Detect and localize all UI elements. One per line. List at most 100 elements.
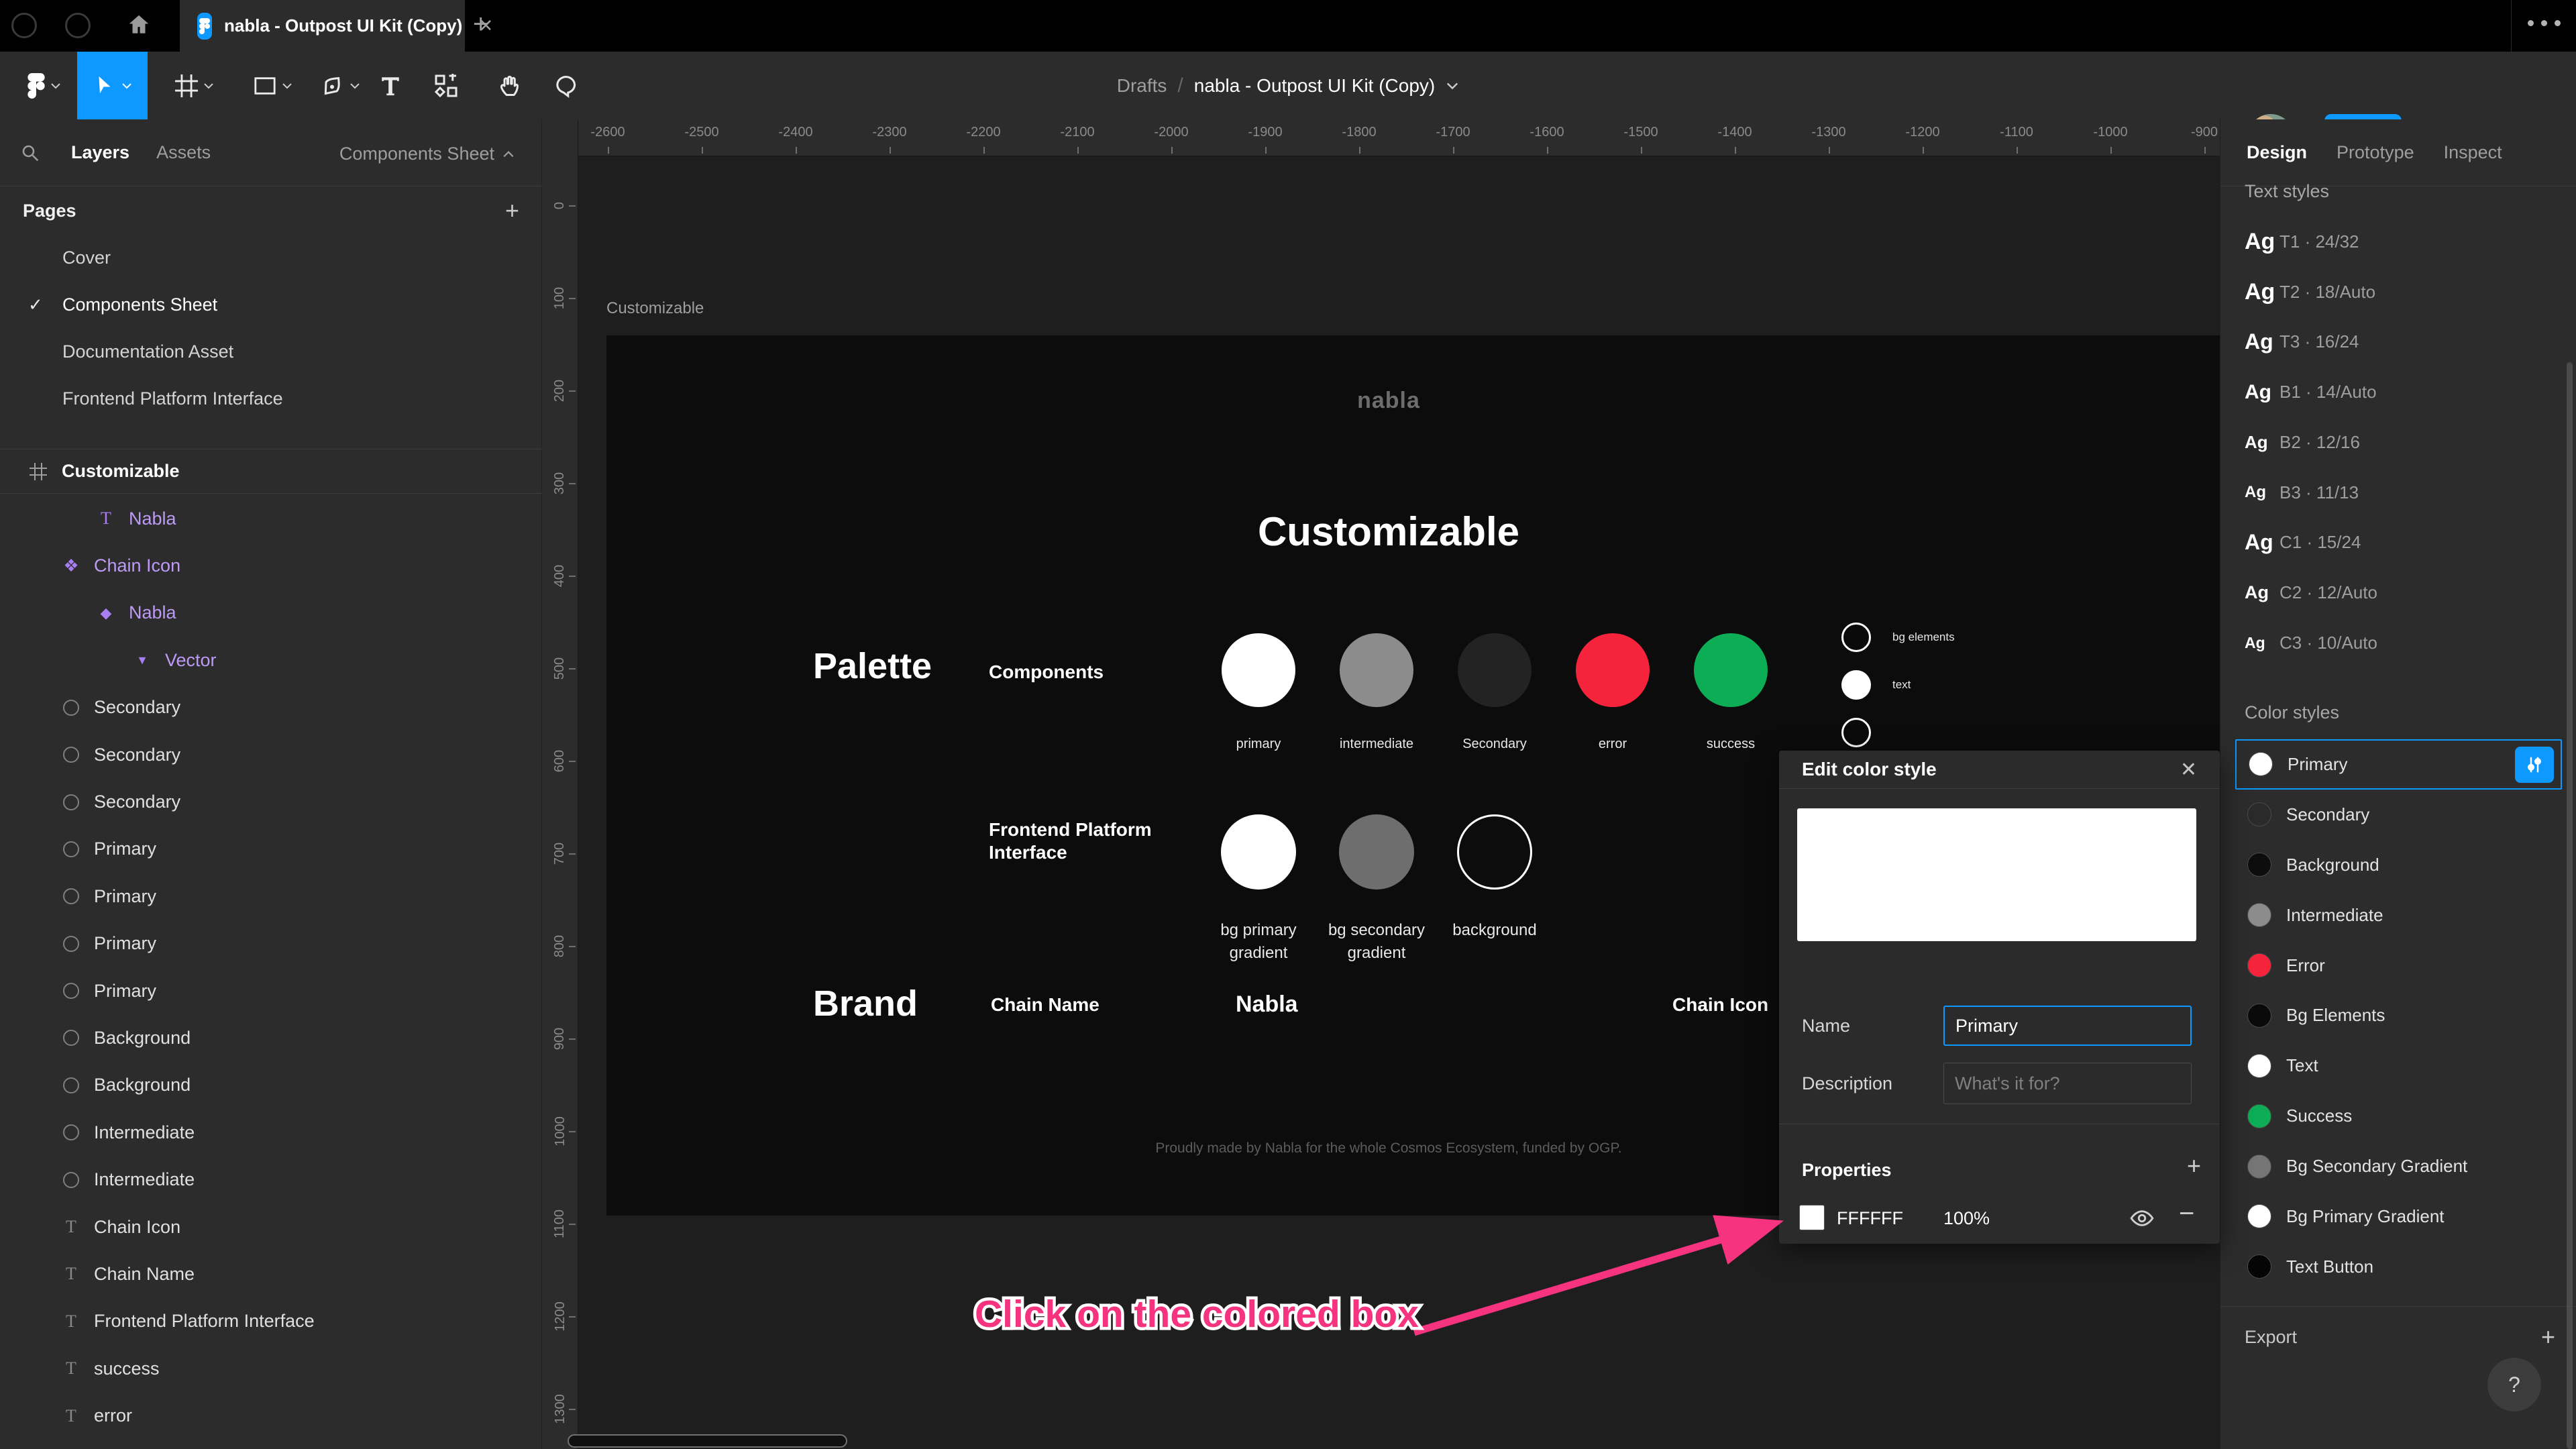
color-circle[interactable]: [1841, 623, 1871, 652]
page-item[interactable]: ✓ Components Sheet: [0, 281, 542, 328]
frame-title[interactable]: Customizable: [606, 299, 704, 318]
layer-row[interactable]: Secondary: [0, 684, 542, 731]
frame-tool-button[interactable]: [161, 52, 228, 119]
text-style-row[interactable]: Ag C1 · 15/24: [2220, 518, 2576, 568]
description-input[interactable]: [1943, 1063, 2192, 1104]
mini-swatch[interactable]: bg elements: [1841, 623, 1955, 652]
tab-layers[interactable]: Layers: [71, 142, 129, 163]
main-menu-button[interactable]: [17, 52, 71, 119]
color-style-row[interactable]: Success: [2220, 1091, 2576, 1141]
color-circle[interactable]: [1339, 814, 1414, 890]
page-item[interactable]: Frontend Platform Interface: [0, 375, 542, 422]
color-style-row[interactable]: Background: [2220, 840, 2576, 890]
breadcrumb-drafts[interactable]: Drafts: [1117, 75, 1167, 97]
pen-tool-button[interactable]: [303, 52, 377, 119]
color-circle[interactable]: [1576, 633, 1650, 707]
layer-row[interactable]: success: [0, 1345, 542, 1392]
file-tab[interactable]: nabla - Outpost UI Kit (Copy) ✕: [180, 0, 493, 52]
property-color-box[interactable]: [1799, 1205, 1825, 1230]
window-control-icon[interactable]: [65, 13, 91, 38]
color-style-row[interactable]: Primary: [2235, 739, 2562, 790]
visibility-eye-icon[interactable]: [2129, 1205, 2155, 1231]
layer-row[interactable]: Chain Icon: [0, 1203, 542, 1250]
fpi-swatch[interactable]: bg secondary gradient: [1318, 814, 1436, 965]
layer-row[interactable]: Intermediate: [0, 1156, 542, 1203]
palette-swatch[interactable]: Secondary: [1436, 633, 1554, 752]
layer-row[interactable]: Intermediate: [0, 1109, 542, 1156]
layer-row[interactable]: Nabla: [0, 590, 542, 637]
color-style-row[interactable]: Bg Elements: [2220, 990, 2576, 1040]
page-item[interactable]: Cover: [0, 234, 542, 281]
color-style-row[interactable]: Secondary: [2220, 790, 2576, 840]
window-overflow-menu-icon[interactable]: [2528, 20, 2561, 26]
text-style-row[interactable]: Ag C2 · 12/Auto: [2220, 568, 2576, 618]
panel-tab[interactable]: Prototype: [2337, 142, 2414, 163]
home-icon[interactable]: [126, 12, 152, 38]
palette-swatch[interactable]: success: [1672, 633, 1790, 752]
component-tool-button[interactable]: [423, 52, 470, 119]
color-circle[interactable]: [1457, 814, 1532, 890]
add-export-icon[interactable]: +: [2541, 1323, 2555, 1351]
text-style-row[interactable]: Ag B1 · 14/Auto: [2220, 367, 2576, 417]
add-page-icon[interactable]: +: [505, 197, 519, 225]
new-tab-button[interactable]: +: [473, 9, 488, 40]
layer-row[interactable]: error: [0, 1392, 542, 1439]
layer-row[interactable]: Secondary: [0, 731, 542, 778]
text-style-row[interactable]: Ag T1 · 24/32: [2220, 217, 2576, 267]
layer-row[interactable]: Chain Name: [0, 1250, 542, 1297]
page-selector[interactable]: Components Sheet: [339, 144, 515, 164]
page-item[interactable]: Documentation Asset: [0, 328, 542, 375]
shape-tool-button[interactable]: [236, 52, 310, 119]
move-tool-button[interactable]: [77, 52, 148, 119]
layer-row[interactable]: Primary: [0, 826, 542, 873]
color-circle[interactable]: [1841, 718, 1871, 747]
text-style-row[interactable]: Ag T3 · 16/24: [2220, 317, 2576, 368]
panel-tab[interactable]: Inspect: [2444, 142, 2502, 163]
color-circle[interactable]: [1222, 633, 1295, 707]
layer-row[interactable]: Vector: [0, 637, 542, 684]
canvas[interactable]: -2600 -2500 -2400 -2300 -2200 -2100 -2000 -1900…: [542, 119, 2220, 1449]
palette-swatch[interactable]: intermediate: [1318, 633, 1436, 752]
text-style-row[interactable]: Ag B3 · 11/13: [2220, 468, 2576, 518]
breadcrumb-file-name[interactable]: nabla - Outpost UI Kit (Copy): [1194, 75, 1435, 97]
palette-swatch[interactable]: error: [1554, 633, 1672, 752]
mini-swatch[interactable]: text: [1841, 670, 1955, 700]
color-style-row[interactable]: Text: [2220, 1040, 2576, 1091]
text-tool-button[interactable]: [370, 52, 411, 119]
window-control-icon[interactable]: [11, 13, 37, 38]
color-style-row[interactable]: Bg Primary Gradient: [2220, 1191, 2576, 1242]
text-style-row[interactable]: Ag B2 · 12/16: [2220, 417, 2576, 468]
tab-assets[interactable]: Assets: [156, 142, 211, 163]
text-style-row[interactable]: Ag C3 · 10/Auto: [2220, 618, 2576, 668]
comment-tool-button[interactable]: [542, 52, 589, 119]
help-button[interactable]: ?: [2487, 1358, 2541, 1411]
color-style-row[interactable]: Intermediate: [2220, 890, 2576, 941]
layer-row[interactable]: Background: [0, 1014, 542, 1061]
hand-tool-button[interactable]: [487, 52, 534, 119]
search-icon[interactable]: [20, 143, 40, 163]
color-style-row[interactable]: Error: [2220, 941, 2576, 991]
layer-row[interactable]: Primary: [0, 873, 542, 920]
color-circle[interactable]: [1458, 633, 1532, 707]
layer-row[interactable]: Nabla: [0, 495, 542, 542]
color-circle[interactable]: [1340, 633, 1413, 707]
layer-row[interactable]: Primary: [0, 967, 542, 1014]
fpi-swatch[interactable]: bg primary gradient: [1199, 814, 1318, 965]
color-circle[interactable]: [1221, 814, 1296, 890]
layer-row[interactable]: Frontend Platform Interface: [0, 1298, 542, 1345]
file-menu-chevron-icon[interactable]: [1446, 82, 1459, 90]
layer-section-header[interactable]: Customizable: [0, 449, 542, 493]
add-property-icon[interactable]: +: [2187, 1152, 2201, 1180]
color-style-row[interactable]: Text Button: [2220, 1242, 2576, 1292]
color-style-row[interactable]: Bg Secondary Gradient: [2220, 1141, 2576, 1191]
close-icon[interactable]: ✕: [2180, 758, 2197, 782]
property-opacity[interactable]: 100%: [1943, 1208, 1990, 1229]
name-input[interactable]: [1943, 1006, 2192, 1046]
palette-swatch[interactable]: primary: [1199, 633, 1318, 752]
text-style-row[interactable]: Ag T2 · 18/Auto: [2220, 267, 2576, 317]
mini-swatch[interactable]: [1841, 718, 1955, 747]
layer-row[interactable]: Chain Icon: [0, 542, 542, 589]
color-circle[interactable]: [1694, 633, 1768, 707]
color-preview-swatch[interactable]: [1797, 808, 2196, 941]
panel-scrollbar[interactable]: [2567, 362, 2573, 1449]
